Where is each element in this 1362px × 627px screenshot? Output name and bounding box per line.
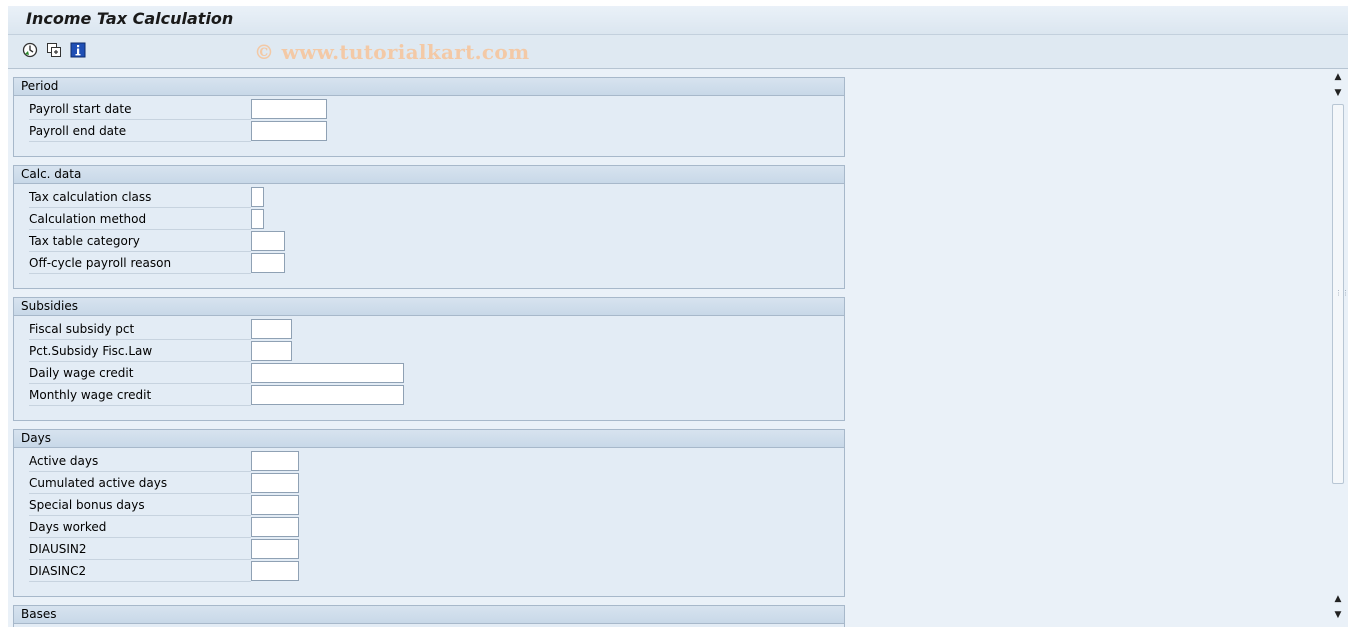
field-row-off-cycle-payroll-reason: Off-cycle payroll reason bbox=[29, 253, 829, 275]
field-row-special-bonus-days: Special bonus days bbox=[29, 495, 829, 517]
group-title: Bases bbox=[14, 606, 844, 624]
field-row-monthly-wage-credit: Monthly wage credit bbox=[29, 385, 829, 407]
field-label: Cumulated active days bbox=[29, 473, 251, 494]
field-label: Active days bbox=[29, 451, 251, 472]
days-worked-input[interactable] bbox=[251, 517, 299, 537]
monthly-wage-credit-input[interactable] bbox=[251, 385, 404, 405]
tax-table-category-input[interactable] bbox=[251, 231, 285, 251]
execute-button[interactable] bbox=[21, 41, 39, 59]
application-toolbar: © www.tutorialkart.com bbox=[8, 35, 1348, 69]
calculation-method-input[interactable] bbox=[251, 209, 264, 229]
group-title: Period bbox=[14, 78, 844, 96]
watermark: © www.tutorialkart.com bbox=[254, 40, 530, 64]
field-row-payroll-start-date: Payroll start date bbox=[29, 99, 829, 121]
field-row-fiscal-subsidy-pct: Fiscal subsidy pct bbox=[29, 319, 829, 341]
field-row-active-days: Active days bbox=[29, 451, 829, 473]
field-label: Payroll end date bbox=[29, 121, 251, 142]
field-row-diasinc2: DIASINC2 bbox=[29, 561, 829, 583]
group-days: Days Active days Cumulated active days S… bbox=[13, 429, 845, 597]
field-label: DIASINC2 bbox=[29, 561, 251, 582]
scroll-down-icon[interactable]: ▲ bbox=[1333, 594, 1343, 604]
field-row-daily-wage-credit: Daily wage credit bbox=[29, 363, 829, 385]
field-row-days-worked: Days worked bbox=[29, 517, 829, 539]
field-row-diausin2: DIAUSIN2 bbox=[29, 539, 829, 561]
field-label: Tax calculation class bbox=[29, 187, 251, 208]
field-label: Off-cycle payroll reason bbox=[29, 253, 251, 274]
field-row-tax-calculation-class: Tax calculation class bbox=[29, 187, 829, 209]
info-icon bbox=[70, 42, 86, 58]
payroll-end-date-input[interactable] bbox=[251, 121, 327, 141]
field-label: Fiscal subsidy pct bbox=[29, 319, 251, 340]
field-label: Daily wage credit bbox=[29, 363, 251, 384]
tax-calculation-class-input[interactable] bbox=[251, 187, 264, 207]
group-title: Calc. data bbox=[14, 166, 844, 184]
group-title: Days bbox=[14, 430, 844, 448]
selection-screen: Period Payroll start date Payroll end da… bbox=[8, 69, 1348, 627]
field-row-cumulated-active-days: Cumulated active days bbox=[29, 473, 829, 495]
copy-button[interactable] bbox=[45, 41, 63, 59]
field-label: Monthly wage credit bbox=[29, 385, 251, 406]
field-row-tax-table-category: Tax table category bbox=[29, 231, 829, 253]
special-bonus-days-input[interactable] bbox=[251, 495, 299, 515]
group-bases: Bases bbox=[13, 605, 845, 627]
off-cycle-payroll-reason-input[interactable] bbox=[251, 253, 285, 273]
active-days-input[interactable] bbox=[251, 451, 299, 471]
title-bar: Income Tax Calculation bbox=[8, 6, 1348, 35]
field-row-pct-subsidy-fisc-law: Pct.Subsidy Fisc.Law bbox=[29, 341, 829, 363]
execute-icon bbox=[22, 42, 38, 58]
field-label: Payroll start date bbox=[29, 99, 251, 120]
info-button[interactable] bbox=[69, 41, 87, 59]
scroll-top-icon[interactable]: ▲ bbox=[1333, 72, 1343, 82]
group-period: Period Payroll start date Payroll end da… bbox=[13, 77, 845, 157]
field-row-payroll-end-date: Payroll end date bbox=[29, 121, 829, 143]
diasinc2-input[interactable] bbox=[251, 561, 299, 581]
fiscal-subsidy-pct-input[interactable] bbox=[251, 319, 292, 339]
diausin2-input[interactable] bbox=[251, 539, 299, 559]
field-label: Tax table category bbox=[29, 231, 251, 252]
field-label: Calculation method bbox=[29, 209, 251, 230]
pct-subsidy-fisc-law-input[interactable] bbox=[251, 341, 292, 361]
field-label: DIAUSIN2 bbox=[29, 539, 251, 560]
grip-icon: ⋮⋮ bbox=[1335, 289, 1349, 297]
page-title: Income Tax Calculation bbox=[26, 9, 234, 28]
field-label: Special bonus days bbox=[29, 495, 251, 516]
payroll-start-date-input[interactable] bbox=[251, 99, 327, 119]
group-title: Subsidies bbox=[14, 298, 844, 316]
field-label: Days worked bbox=[29, 517, 251, 538]
group-calc-data: Calc. data Tax calculation class Calcula… bbox=[13, 165, 845, 289]
field-label: Pct.Subsidy Fisc.Law bbox=[29, 341, 251, 362]
scroll-up-icon[interactable]: ▼ bbox=[1333, 88, 1343, 98]
scroll-bottom-icon[interactable]: ▼ bbox=[1333, 610, 1343, 620]
cumulated-active-days-input[interactable] bbox=[251, 473, 299, 493]
copy-icon bbox=[47, 43, 61, 57]
daily-wage-credit-input[interactable] bbox=[251, 363, 404, 383]
group-subsidies: Subsidies Fiscal subsidy pct Pct.Subsidy… bbox=[13, 297, 845, 421]
vertical-scrollbar[interactable]: ▲ ▼ ⋮⋮ ▲ ▼ bbox=[1330, 70, 1349, 626]
field-row-calculation-method: Calculation method bbox=[29, 209, 829, 231]
scrollbar-thumb[interactable]: ⋮⋮ bbox=[1332, 104, 1349, 484]
